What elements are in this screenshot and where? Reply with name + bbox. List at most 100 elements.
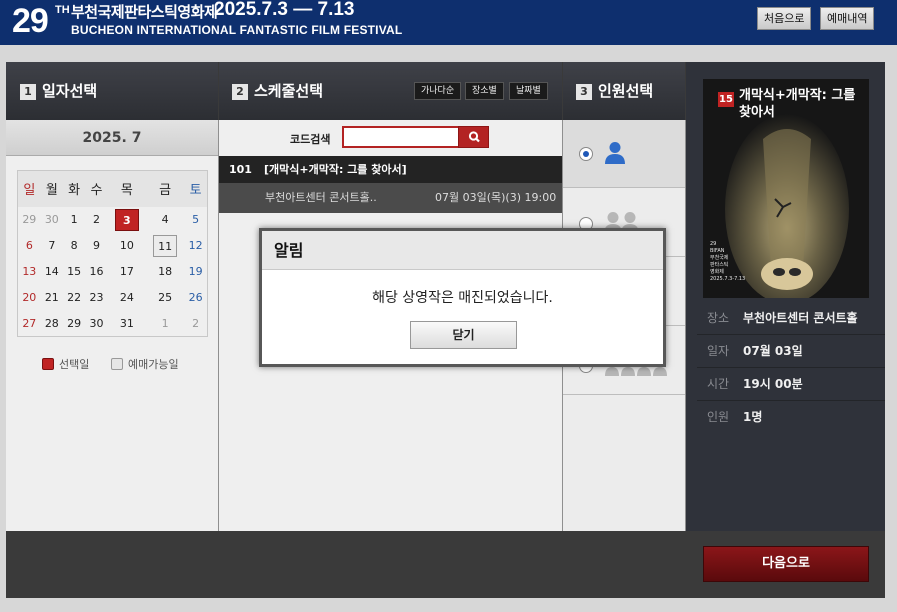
- info-venue-value: 부천아트센터 콘서트홀: [743, 311, 858, 325]
- info-time-value: 19시 00분: [743, 377, 803, 391]
- people-option-1[interactable]: [563, 120, 685, 188]
- step-people-header: 3 인원선택: [563, 62, 685, 120]
- info-people: 인원 1명: [697, 401, 885, 434]
- calendar-day: 2: [93, 213, 100, 226]
- calendar-month: 2025. 7: [6, 120, 218, 156]
- info-venue: 장소 부천아트센터 콘서트홀: [697, 302, 885, 335]
- step-number: 3: [576, 84, 592, 100]
- code-search-input[interactable]: [342, 126, 460, 148]
- sort-venue-button[interactable]: 장소별: [465, 82, 504, 100]
- legend-selected: 선택일: [42, 356, 89, 372]
- calendar-day: 9: [93, 239, 100, 252]
- search-icon: [468, 131, 480, 143]
- calendar-day: 30: [44, 213, 59, 226]
- rating-badge: 15: [718, 92, 734, 107]
- step-number: 1: [20, 84, 36, 100]
- calendar-day: 15: [67, 265, 82, 278]
- alert-close-button[interactable]: 닫기: [410, 321, 517, 349]
- alert-dialog: 알림 해당 상영작은 매진되었습니다. 닫기: [259, 228, 666, 367]
- calendar-day: 26: [188, 291, 203, 304]
- person-icon: [605, 142, 625, 164]
- legend-available-label: 예매가능일: [128, 358, 179, 371]
- info-date: 일자 07월 03일: [697, 335, 885, 368]
- logo-dates: 2025.7.3 — 7.13: [214, 0, 355, 20]
- weekday-wed: 수: [85, 170, 108, 207]
- step-date-header: 1 일자선택: [6, 62, 218, 120]
- calendar-grid: 일 월 화 수 목 금 토 29 30 1 2 3 4 5 6 7 8 9 10…: [17, 170, 208, 337]
- info-time: 시간 19시 00분: [697, 368, 885, 401]
- calendar-day: 25: [158, 291, 173, 304]
- calendar-day: 19: [188, 265, 203, 278]
- legend-selected-swatch: [42, 358, 54, 370]
- calendar-day: 28: [44, 316, 59, 330]
- showtime-venue: 부천아트센터 콘서트홀..: [265, 191, 377, 204]
- sort-date-button[interactable]: 날짜별: [509, 82, 548, 100]
- alert-message: 해당 상영작은 매진되었습니다.: [372, 290, 553, 306]
- movie-title: [개막식+개막작: 그를 찾아서]: [264, 163, 407, 176]
- step-label: 스케줄선택: [254, 82, 324, 100]
- poster-title: 개막식+개막작: 그를 찾아서: [739, 88, 856, 120]
- calendar-day: 12: [188, 239, 203, 252]
- info-date-label: 일자: [707, 344, 730, 358]
- calendar-day: 22: [67, 291, 82, 304]
- calendar-day: 6: [25, 239, 33, 252]
- weekday-mon: 월: [40, 170, 63, 207]
- calendar-day-available[interactable]: 11: [146, 233, 184, 259]
- calendar-day: 1: [161, 316, 169, 330]
- calendar-day: 20: [22, 291, 37, 304]
- calendar-day: 10: [119, 239, 134, 252]
- calendar-day: 4: [161, 213, 169, 226]
- showtime-row[interactable]: 부천아트센터 콘서트홀.. 07월 03일(목)(3) 19:00: [219, 183, 562, 213]
- legend-selected-label: 선택일: [59, 358, 90, 371]
- poster-caption: 29 BIFAN 부천국제 판타스틱 영화제 2025.7.3-7.13: [710, 241, 746, 282]
- calendar-day: 23: [89, 291, 104, 304]
- logo-edition-suffix: TH: [55, 4, 70, 16]
- home-button[interactable]: 처음으로: [757, 7, 812, 30]
- legend-available-swatch: [111, 358, 123, 370]
- alert-title: 알림: [262, 231, 663, 270]
- info-people-value: 1명: [743, 410, 763, 424]
- booking-history-button[interactable]: 예매내역: [820, 7, 875, 30]
- step-number: 2: [232, 84, 248, 100]
- calendar-day: 7: [48, 239, 56, 252]
- calendar-day: 14: [44, 265, 59, 278]
- logo-title-en: BUCHEON INTERNATIONAL FANTASTIC FILM FES…: [71, 23, 403, 37]
- festival-header: 29 TH 부천국제판타스틱영화제 2025.7.3 — 7.13 BUCHEO…: [0, 0, 897, 45]
- next-button[interactable]: 다음으로: [703, 546, 869, 582]
- calendar-day: 31: [119, 316, 134, 330]
- calendar-day: 29: [22, 213, 37, 226]
- info-time-label: 시간: [707, 377, 730, 391]
- calendar-day: 5: [192, 213, 200, 226]
- code-search-button[interactable]: [458, 126, 489, 148]
- step-label: 인원선택: [598, 82, 654, 100]
- logo-edition: 29: [12, 2, 49, 40]
- movie-poster: 15 개막식+개막작: 그를 찾아서 29 BIFAN 부천국제 판타스틱 영화…: [703, 79, 869, 298]
- weekday-sat: 토: [184, 170, 208, 207]
- step-label: 일자선택: [42, 82, 98, 100]
- calendar-day: 17: [119, 265, 134, 278]
- sort-alpha-button[interactable]: 가나다순: [414, 82, 462, 100]
- weekday-sun: 일: [17, 170, 41, 207]
- calendar-day: 18: [158, 265, 173, 278]
- calendar-day: 27: [22, 316, 37, 330]
- people-radio-1[interactable]: [579, 147, 593, 161]
- calendar-day: 29: [67, 316, 82, 330]
- weekday-thu: 목: [107, 170, 146, 207]
- showtime-datetime: 07월 03일(목)(3) 19:00: [435, 191, 557, 204]
- weekday-fri: 금: [145, 170, 185, 207]
- info-venue-label: 장소: [707, 311, 730, 325]
- calendar-day: 1: [70, 213, 78, 226]
- calendar-day-selected[interactable]: 3: [108, 207, 146, 233]
- logo-title-kr: 부천국제판타스틱영화제: [71, 3, 218, 21]
- calendar-day: 30: [89, 316, 104, 330]
- movie-code: 101: [229, 163, 252, 176]
- info-date-value: 07월 03일: [743, 344, 803, 358]
- info-people-label: 인원: [707, 410, 730, 424]
- legend-available: 예매가능일: [111, 356, 179, 372]
- code-search-label: 코드검색: [290, 133, 331, 146]
- calendar-day: 16: [89, 265, 104, 278]
- movie-row[interactable]: 101 [개막식+개막작: 그를 찾아서]: [219, 156, 562, 183]
- calendar-day: 21: [44, 291, 59, 304]
- calendar-day: 13: [22, 265, 37, 278]
- calendar-day: 8: [70, 239, 78, 252]
